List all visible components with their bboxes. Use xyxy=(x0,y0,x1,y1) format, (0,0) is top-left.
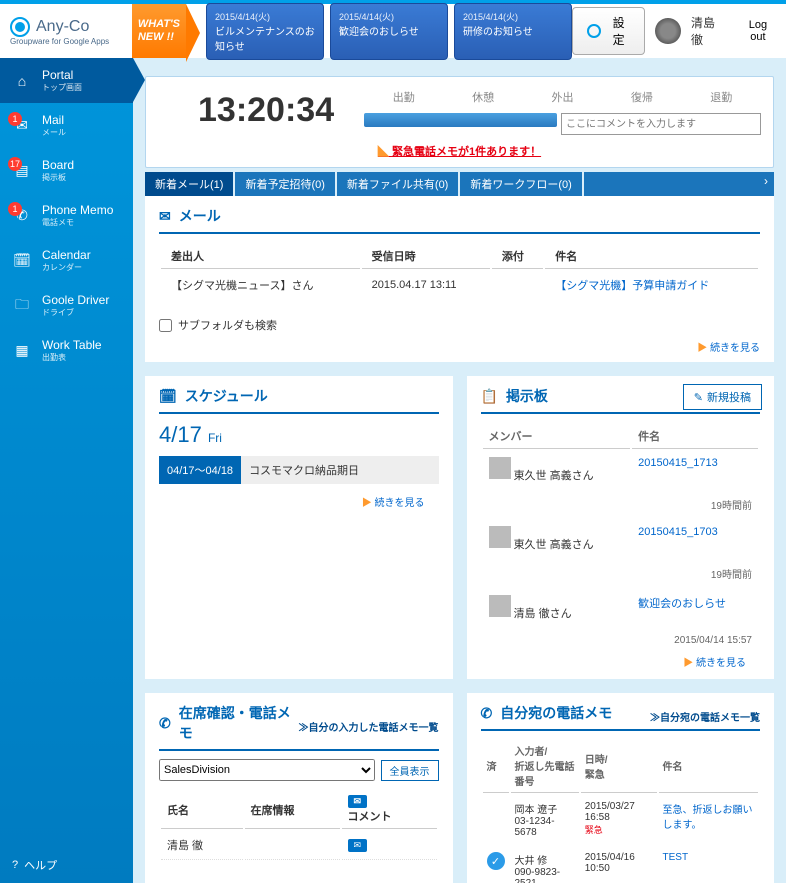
phonememo-row[interactable]: 岡本 遼子03-1234-5678 2015/03/27 16:58緊急 至急、… xyxy=(483,795,759,844)
punch-kyukei[interactable]: 休憩 xyxy=(464,85,502,109)
topbar: Any-Co Groupware for Google Apps WHAT'S … xyxy=(0,0,786,58)
tab-new-mail[interactable]: 新着メール(1) xyxy=(145,172,233,196)
calendar-icon: 🗓 xyxy=(12,251,32,271)
show-all-button[interactable]: 全員表示 xyxy=(381,760,439,781)
board-panel: 📋掲示板 ✎新規投稿 メンバー件名 東久世 高義さん20150415_1713 … xyxy=(467,376,775,679)
gear-icon xyxy=(587,24,601,38)
sidebar-item-mail[interactable]: 1✉ Mailメール xyxy=(0,103,133,148)
punch-shukkin[interactable]: 出勤 xyxy=(385,85,423,109)
main-content: 13:20:34 出勤 休憩 外出 復帰 退勤 xyxy=(133,58,786,883)
my-input-memo-link[interactable]: ≫自分の入力した電話メモ一覧 xyxy=(299,719,439,734)
news-cards: 2015/4/14(火) ビルメンテナンスのお知らせ 2015/4/14(火) … xyxy=(206,3,572,60)
mail-panel: ✉メール 差出人 受信日時 添付 件名 【シグマ光機ニュース】さん 2015.0… xyxy=(145,196,774,311)
logo-subtext: Groupware for Google Apps xyxy=(10,37,122,46)
tab-new-file[interactable]: 新着ファイル共有(0) xyxy=(337,172,458,196)
mail-row[interactable]: 【シグマ光機ニュース】さん 2015.04.17 13:11 【シグマ光機】予算… xyxy=(161,271,758,299)
board-row[interactable]: 東久世 高義さん20150415_1713 xyxy=(483,451,759,489)
phonememo-row[interactable]: ✓ 大井 修090-9823-2521 2015/04/16 10:50 TES… xyxy=(483,846,759,883)
logo-text: Any-Co xyxy=(36,18,89,36)
calendar-small-icon: 🗓 xyxy=(159,388,177,405)
help-link[interactable]: ? ヘルプ xyxy=(0,847,133,883)
logo-icon xyxy=(10,17,30,37)
phonememo-panel: ✆自分宛の電話メモ ≫自分宛の電話メモ一覧 済 入力者/ 折返し先電話番号 日時… xyxy=(467,693,775,883)
subfolder-checkbox[interactable] xyxy=(159,319,172,332)
help-icon: ? xyxy=(12,859,18,871)
logo-area: Any-Co Groupware for Google Apps xyxy=(0,17,132,46)
phone-small-icon: ✆ xyxy=(481,705,493,722)
check-icon[interactable]: ✓ xyxy=(487,852,505,870)
my-phone-memo-link[interactable]: ≫自分宛の電話メモ一覧 xyxy=(650,709,760,724)
sidebar-item-worktable[interactable]: ▦ Work Table出勤表 xyxy=(0,328,133,373)
news-card-1[interactable]: 2015/4/14(火) 歓迎会のおしらせ xyxy=(330,3,448,60)
sidebar-item-calendar[interactable]: 🗓 Calendarカレンダー xyxy=(0,238,133,283)
phone-small-icon: ✆ xyxy=(159,715,171,732)
punch-taikin[interactable]: 退勤 xyxy=(702,85,740,109)
pencil-icon: ✎ xyxy=(694,391,703,404)
presence-row[interactable]: 清島 徹 ✉ xyxy=(161,831,437,860)
tab-new-workflow[interactable]: 新着ワークフロー(0) xyxy=(460,172,581,196)
sidebar-item-board[interactable]: 17▤ Board掲示板 xyxy=(0,148,133,193)
sidebar-item-portal[interactable]: ⌂ Portalトップ画面 xyxy=(0,58,133,103)
clock-card: 13:20:34 出勤 休憩 外出 復帰 退勤 xyxy=(145,76,774,168)
punch-fukki[interactable]: 復帰 xyxy=(623,85,661,109)
content-tabs: 新着メール(1) 新着予定招待(0) 新着ファイル共有(0) 新着ワークフロー(… xyxy=(145,172,774,196)
board-more-link[interactable]: ▶ 続きを見る xyxy=(481,654,761,669)
logout-button[interactable]: Log out xyxy=(740,19,776,43)
punch-tabs: 出勤 休憩 外出 復帰 退勤 xyxy=(364,85,761,109)
mail-chip-icon[interactable]: ✉ xyxy=(348,839,368,852)
schedule-date: 4/17 Fri xyxy=(159,422,439,448)
table-icon: ▦ xyxy=(12,341,32,361)
comment-input[interactable] xyxy=(561,113,761,135)
new-post-button[interactable]: ✎新規投稿 xyxy=(683,384,762,410)
member-avatar xyxy=(489,457,511,479)
member-avatar xyxy=(489,526,511,548)
clipboard-icon: 📋 xyxy=(481,388,498,405)
sidebar: ⌂ Portalトップ画面 1✉ Mailメール 17▤ Board掲示板 1✆… xyxy=(0,58,133,883)
schedule-panel: 🗓スケジュール 4/17 Fri 04/17〜04/18 コスモマクロ納品期日 … xyxy=(145,376,453,679)
clock-time: 13:20:34 xyxy=(158,91,334,130)
envelope-icon: ✉ xyxy=(159,208,171,225)
punch-gaishutsu[interactable]: 外出 xyxy=(544,85,582,109)
schedule-item[interactable]: 04/17〜04/18 コスモマクロ納品期日 xyxy=(159,456,439,484)
mail-more-link[interactable]: ▶ 続きを見る xyxy=(145,339,774,362)
folder-icon: 🗀 xyxy=(12,296,32,316)
home-icon: ⌂ xyxy=(12,71,32,91)
mail-icon: 1✉ xyxy=(12,116,32,136)
avatar[interactable] xyxy=(655,18,681,44)
news-card-0[interactable]: 2015/4/14(火) ビルメンテナンスのお知らせ xyxy=(206,3,324,60)
presence-panel: ✆在席確認・電話メモ ≫自分の入力した電話メモ一覧 SalesDivision … xyxy=(145,693,453,883)
settings-button[interactable]: 設定 xyxy=(572,7,645,55)
member-avatar xyxy=(489,595,511,617)
mail-chip-icon: ✉ xyxy=(348,795,368,808)
urgent-memo-alert[interactable]: ◣ 緊急電話メモが1件あります！ xyxy=(158,135,761,159)
user-name: 清島 徹 xyxy=(691,14,730,48)
board-icon: 17▤ xyxy=(12,161,32,181)
news-card-2[interactable]: 2015/4/14(火) 研修のお知らせ xyxy=(454,3,572,60)
sidebar-item-phonememo[interactable]: 1✆ Phone Memo電話メモ xyxy=(0,193,133,238)
board-row[interactable]: 清島 徹さん歓迎会のおしらせ xyxy=(483,589,759,627)
division-select[interactable]: SalesDivision xyxy=(159,759,375,781)
tab-new-schedule[interactable]: 新着予定招待(0) xyxy=(235,172,334,196)
tabs-scroll-right[interactable] xyxy=(584,172,774,196)
board-row[interactable]: 東久世 高義さん20150415_1703 xyxy=(483,520,759,558)
whats-new-badge: WHAT'S NEW !! xyxy=(132,4,186,58)
sidebar-item-drive[interactable]: 🗀 Goole Driverドライブ xyxy=(0,283,133,328)
phone-icon: 1✆ xyxy=(12,206,32,226)
schedule-more-link[interactable]: ▶ 続きを見る xyxy=(159,494,439,509)
subfolder-search: サブフォルダも検索 xyxy=(145,311,774,339)
punch-progress xyxy=(364,113,557,127)
